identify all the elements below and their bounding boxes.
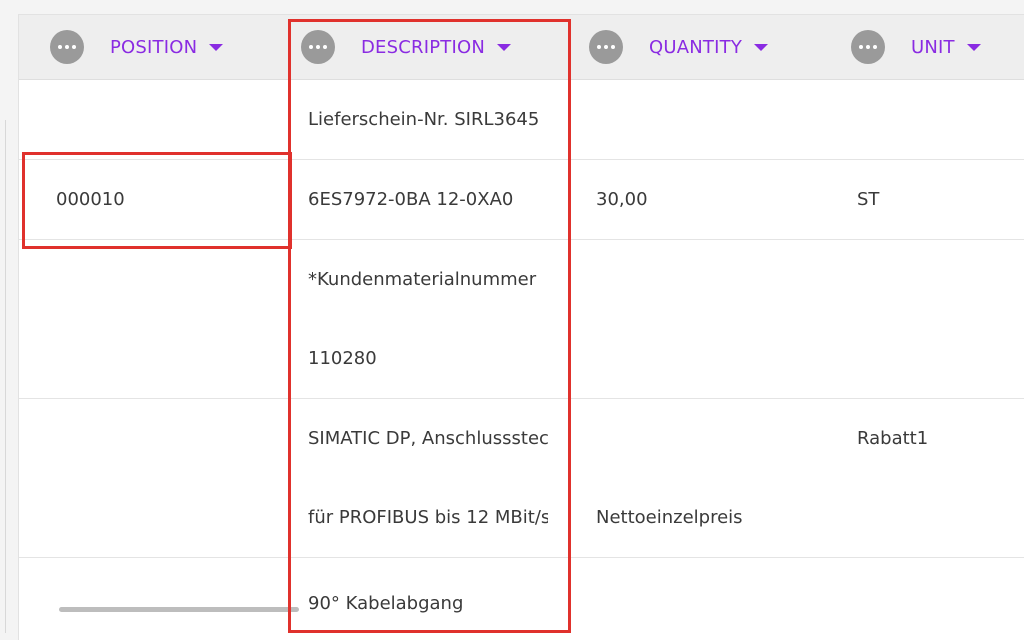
- cell-description: 110280: [308, 348, 377, 369]
- cell-position: [56, 399, 276, 478]
- more-dot: [323, 45, 327, 49]
- cell-unit: [857, 558, 1024, 637]
- more-dot: [65, 45, 69, 49]
- horizontal-scrollbar[interactable]: [59, 607, 299, 612]
- column-menu-position-button[interactable]: [50, 30, 84, 64]
- top-bar: [0, 0, 1024, 14]
- table-header-row: POSITION DESCRIPTION QUANTITY UNIT: [19, 15, 1024, 80]
- cell-unit: [857, 80, 1024, 159]
- more-horizontal-icon: [309, 45, 313, 49]
- column-menu-quantity-button[interactable]: [589, 30, 623, 64]
- cell-description: für PROFIBUS bis 12 MBit/s: [308, 507, 548, 528]
- column-menu-unit-button[interactable]: [851, 30, 885, 64]
- data-table: POSITION DESCRIPTION QUANTITY UNIT Liefe…: [18, 14, 1024, 640]
- caret-down-icon[interactable]: [497, 43, 512, 51]
- left-divider: [5, 120, 6, 633]
- table-row[interactable]: Lieferschein-Nr. SIRL3645: [19, 80, 1024, 160]
- cell-quantity: Nettoeinzelpreis: [596, 507, 743, 528]
- cell-position: [56, 478, 276, 557]
- cell-position: [56, 558, 276, 637]
- cell-position: [56, 80, 276, 159]
- more-horizontal-icon: [58, 45, 62, 49]
- more-dot: [866, 45, 870, 49]
- cell-unit: [857, 478, 1024, 557]
- cell-position: [56, 319, 276, 398]
- more-dot: [604, 45, 608, 49]
- cell-description: Lieferschein-Nr. SIRL3645: [308, 109, 540, 130]
- cell-description: SIMATIC DP, Anschlussstecker: [308, 428, 548, 449]
- cell-unit: Rabatt1: [857, 428, 929, 449]
- caret-down-icon[interactable]: [754, 43, 769, 51]
- column-title-quantity[interactable]: QUANTITY: [649, 37, 742, 58]
- more-dot: [316, 45, 320, 49]
- more-dot: [873, 45, 877, 49]
- cell-description: *Kundenmaterialnummer: [308, 269, 537, 290]
- cell-position: 000010: [56, 189, 125, 210]
- cell-unit: ST: [857, 189, 880, 210]
- more-horizontal-icon: [597, 45, 601, 49]
- cell-description: 6ES7972-0BA 12-0XA0: [308, 189, 514, 210]
- table-row[interactable]: SIMATIC DP, Anschlussstecker Rabatt1: [19, 399, 1024, 479]
- table-row[interactable]: 000010 6ES7972-0BA 12-0XA0 30,00 ST: [19, 160, 1024, 240]
- table-row[interactable]: 110280: [19, 319, 1024, 399]
- more-dot: [72, 45, 76, 49]
- cell-unit: [857, 319, 1024, 398]
- column-title-unit[interactable]: UNIT: [911, 37, 955, 58]
- caret-down-icon[interactable]: [966, 43, 981, 51]
- table-row[interactable]: für PROFIBUS bis 12 MBit/s Nettoeinzelpr…: [19, 478, 1024, 558]
- left-gutter: [0, 0, 10, 633]
- column-header-description: DESCRIPTION: [301, 15, 512, 79]
- cell-quantity: [596, 240, 826, 319]
- cell-quantity: [596, 399, 826, 478]
- more-dot: [611, 45, 615, 49]
- more-horizontal-icon: [859, 45, 863, 49]
- cell-quantity: [596, 319, 826, 398]
- column-title-description[interactable]: DESCRIPTION: [361, 37, 485, 58]
- cell-unit: [857, 240, 1024, 319]
- table-row[interactable]: *Kundenmaterialnummer: [19, 240, 1024, 320]
- column-title-position[interactable]: POSITION: [110, 37, 197, 58]
- cell-quantity: [596, 558, 826, 637]
- caret-down-icon[interactable]: [209, 43, 224, 51]
- table-row[interactable]: 90° Kabelabgang: [19, 558, 1024, 637]
- cell-description: 90° Kabelabgang: [308, 593, 464, 614]
- column-menu-description-button[interactable]: [301, 30, 335, 64]
- cell-quantity: 30,00: [596, 189, 648, 210]
- column-header-position: POSITION: [50, 15, 224, 79]
- cell-quantity: [596, 80, 826, 159]
- column-header-quantity: QUANTITY: [589, 15, 769, 79]
- cell-position: [56, 240, 276, 319]
- column-header-unit: UNIT: [851, 15, 981, 79]
